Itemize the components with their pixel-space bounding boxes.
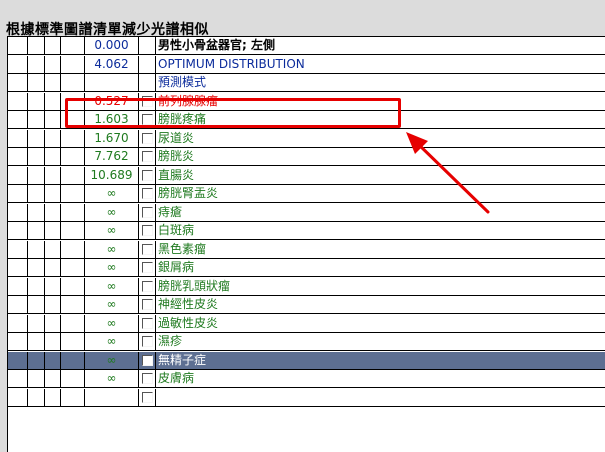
annotation-arrow xyxy=(406,132,490,214)
